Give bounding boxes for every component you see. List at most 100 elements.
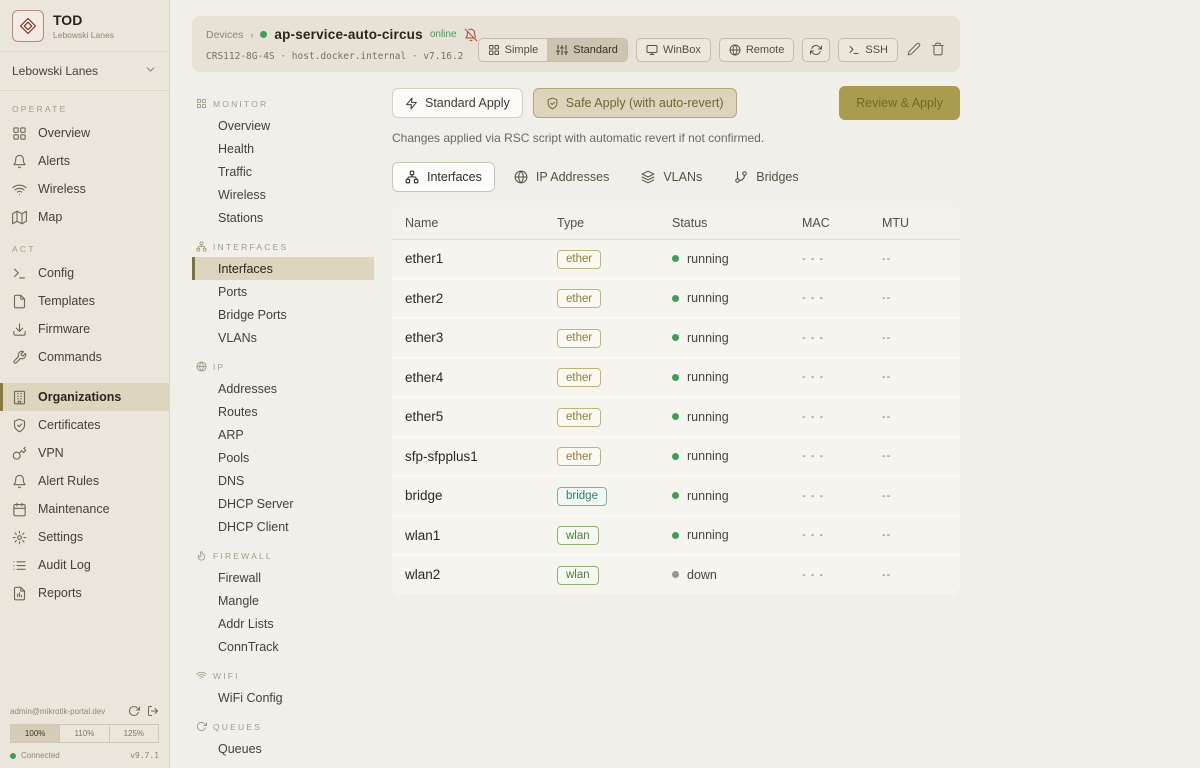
subnav-item-arp[interactable]: ARP bbox=[192, 423, 374, 446]
tab-vlans[interactable]: VLANs bbox=[628, 162, 715, 192]
subnav-item-pools[interactable]: Pools bbox=[192, 446, 374, 469]
table-row-sfp-sfpplus1[interactable]: sfp-sfpplus1etherrunning- - --- bbox=[392, 438, 960, 478]
subnav-item-dns[interactable]: DNS bbox=[192, 469, 374, 492]
mac-value: - - - bbox=[802, 411, 882, 423]
type-badge: wlan bbox=[557, 566, 599, 585]
status-dot bbox=[672, 571, 679, 578]
mac-value: - - - bbox=[802, 332, 882, 344]
bell-off-icon[interactable] bbox=[464, 28, 478, 42]
table-row-wlan2[interactable]: wlan2wlandown- - --- bbox=[392, 556, 960, 594]
column-header-mtu: MTU bbox=[882, 216, 960, 230]
sidebar-item-maintenance[interactable]: Maintenance bbox=[0, 495, 169, 523]
sidebar-item-config[interactable]: Config bbox=[0, 259, 169, 287]
mtu-value: -- bbox=[882, 253, 960, 265]
winbox-button[interactable]: WinBox bbox=[636, 38, 711, 62]
mac-value: - - - bbox=[802, 490, 882, 502]
sidebar-item-audit-log[interactable]: Audit Log bbox=[0, 551, 169, 579]
zoom-button-100[interactable]: 100% bbox=[10, 724, 60, 743]
subnav-item-ports[interactable]: Ports bbox=[192, 280, 374, 303]
subnav-item-traffic[interactable]: Traffic bbox=[192, 160, 374, 183]
org-selector[interactable]: Lebowski Lanes bbox=[0, 52, 169, 91]
status-dot bbox=[672, 295, 679, 302]
subnav-item-conntrack[interactable]: ConnTrack bbox=[192, 635, 374, 658]
remote-button[interactable]: Remote bbox=[719, 38, 795, 62]
subnav-item-health[interactable]: Health bbox=[192, 137, 374, 160]
standard-mode-button[interactable]: Standard bbox=[547, 39, 627, 61]
sidebar-item-alerts[interactable]: Alerts bbox=[0, 147, 169, 175]
table-row-ether1[interactable]: ether1etherrunning- - --- bbox=[392, 240, 960, 280]
refresh-icon[interactable] bbox=[128, 705, 140, 717]
device-subnav: MONITOROverviewHealthTrafficWirelessStat… bbox=[192, 86, 392, 768]
subnav-item-addr-lists[interactable]: Addr Lists bbox=[192, 612, 374, 635]
table-row-ether2[interactable]: ether2etherrunning- - --- bbox=[392, 280, 960, 320]
org-selector-label: Lebowski Lanes bbox=[12, 64, 98, 78]
sidebar-item-label: VPN bbox=[38, 446, 64, 460]
subnav-item-bridge-ports[interactable]: Bridge Ports bbox=[192, 303, 374, 326]
ssh-button[interactable]: SSH bbox=[838, 38, 898, 62]
connection-status-dot bbox=[10, 753, 16, 759]
sidebar-item-commands[interactable]: Commands bbox=[0, 343, 169, 371]
table-row-ether5[interactable]: ether5etherrunning- - --- bbox=[392, 398, 960, 438]
edit-device-button[interactable] bbox=[906, 42, 922, 58]
sidebar-item-map[interactable]: Map bbox=[0, 203, 169, 231]
table-row-ether4[interactable]: ether4etherrunning- - --- bbox=[392, 359, 960, 399]
subnav-item-firewall[interactable]: Firewall bbox=[192, 566, 374, 589]
breadcrumb: Devices › ap-service-auto-circus online bbox=[206, 27, 478, 42]
sidebar-item-alert-rules[interactable]: Alert Rules bbox=[0, 467, 169, 495]
tab-bridges[interactable]: Bridges bbox=[721, 162, 811, 192]
sidebar-item-reports[interactable]: Reports bbox=[0, 579, 169, 607]
sidebar-item-organizations[interactable]: Organizations bbox=[0, 383, 169, 411]
sidebar-item-label: Map bbox=[38, 210, 62, 224]
sidebar-item-wireless[interactable]: Wireless bbox=[0, 175, 169, 203]
tab-ip-addresses[interactable]: IP Addresses bbox=[501, 162, 622, 192]
sidebar-item-label: Config bbox=[38, 266, 74, 280]
subnav-item-overview[interactable]: Overview bbox=[192, 114, 374, 137]
sidebar-nav: OPERATEOverviewAlertsWirelessMapACTConfi… bbox=[0, 91, 169, 607]
subnav-item-wifi-config[interactable]: WiFi Config bbox=[192, 686, 374, 709]
column-header-type: Type bbox=[557, 216, 672, 230]
mtu-value: -- bbox=[882, 371, 960, 383]
subnav-item-dhcp-client[interactable]: DHCP Client bbox=[192, 515, 374, 538]
subnav-item-wireless[interactable]: Wireless bbox=[192, 183, 374, 206]
sidebar-item-vpn[interactable]: VPN bbox=[0, 439, 169, 467]
sidebar-item-templates[interactable]: Templates bbox=[0, 287, 169, 315]
table-row-wlan1[interactable]: wlan1wlanrunning- - --- bbox=[392, 517, 960, 557]
sidebar-item-label: Templates bbox=[38, 294, 95, 308]
zoom-button-110[interactable]: 110% bbox=[60, 724, 109, 743]
standard-apply-button[interactable]: Standard Apply bbox=[392, 88, 523, 118]
simple-mode-button[interactable]: Simple bbox=[479, 39, 548, 61]
zoom-button-125[interactable]: 125% bbox=[110, 724, 159, 743]
grid-icon bbox=[12, 125, 28, 141]
sliders-icon bbox=[556, 44, 568, 56]
flame-icon bbox=[196, 550, 207, 561]
delete-device-button[interactable] bbox=[930, 42, 946, 58]
table-row-ether3[interactable]: ether3etherrunning- - --- bbox=[392, 319, 960, 359]
subnav-item-mangle[interactable]: Mangle bbox=[192, 589, 374, 612]
sidebar-section-label-act: ACT bbox=[0, 231, 169, 259]
subnav-item-routes[interactable]: Routes bbox=[192, 400, 374, 423]
subnav-item-interfaces[interactable]: Interfaces bbox=[192, 257, 374, 280]
sidebar-item-firmware[interactable]: Firmware bbox=[0, 315, 169, 343]
column-header-mac: MAC bbox=[802, 216, 882, 230]
table-row-bridge[interactable]: bridgebridgerunning- - --- bbox=[392, 477, 960, 517]
sidebar-item-certificates[interactable]: Certificates bbox=[0, 411, 169, 439]
app-sidebar: TOD Lebowski Lanes Lebowski Lanes OPERAT… bbox=[0, 0, 170, 768]
sidebar-item-overview[interactable]: Overview bbox=[0, 119, 169, 147]
refresh-button[interactable] bbox=[802, 38, 830, 62]
safe-apply-button[interactable]: Safe Apply (with auto-revert) bbox=[533, 88, 737, 118]
subnav-item-dhcp-server[interactable]: DHCP Server bbox=[192, 492, 374, 515]
subnav-item-stations[interactable]: Stations bbox=[192, 206, 374, 229]
tab-interfaces[interactable]: Interfaces bbox=[392, 162, 495, 192]
subnav-item-addresses[interactable]: Addresses bbox=[192, 377, 374, 400]
app-subtitle: Lebowski Lanes bbox=[53, 30, 114, 40]
grid-icon bbox=[196, 98, 207, 109]
review-apply-button[interactable]: Review & Apply bbox=[839, 86, 960, 120]
breadcrumb-devices[interactable]: Devices bbox=[206, 29, 243, 41]
logout-icon[interactable] bbox=[147, 705, 159, 717]
subnav-item-vlans[interactable]: VLANs bbox=[192, 326, 374, 349]
device-online-dot bbox=[260, 31, 267, 38]
device-name: ap-service-auto-circus bbox=[274, 27, 422, 42]
sidebar-item-settings[interactable]: Settings bbox=[0, 523, 169, 551]
interfaces-table: NameTypeStatusMACMTU ether1etherrunning-… bbox=[392, 207, 960, 594]
subnav-item-queues[interactable]: Queues bbox=[192, 737, 374, 760]
